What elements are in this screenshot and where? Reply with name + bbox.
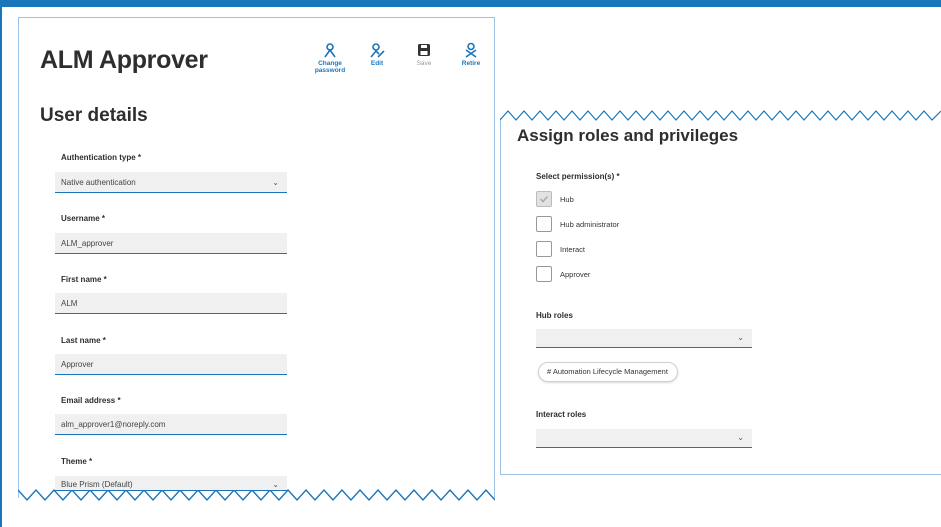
email-field[interactable]: alm_approver1@noreply.com <box>55 414 287 435</box>
torn-edge-right <box>500 110 941 121</box>
key-person-icon <box>324 43 336 58</box>
auth-type-value: Native authentication <box>61 178 136 187</box>
edit-label: Edit <box>370 60 384 67</box>
top-accent-bar <box>0 0 941 7</box>
checkmark-icon <box>539 195 549 203</box>
first-name-label: First name * <box>61 275 107 284</box>
hub-roles-select[interactable]: ⌄ <box>536 329 752 348</box>
last-name-field[interactable]: Approver <box>55 354 287 375</box>
floppy-disk-icon <box>418 44 430 56</box>
hub-roles-label: Hub roles <box>536 311 573 320</box>
retire-label: Retire <box>461 60 481 67</box>
checkbox-checked[interactable] <box>536 191 552 207</box>
retire-button[interactable]: Retire <box>448 42 494 74</box>
auth-type-label: Authentication type * <box>61 153 142 162</box>
change-password-label: Change password <box>314 60 346 74</box>
left-accent-line <box>0 7 2 527</box>
chevron-down-icon: ⌄ <box>272 178 279 187</box>
permission-hub[interactable]: Hub <box>536 191 574 207</box>
permission-label: Approver <box>560 269 591 279</box>
permission-label: Hub <box>560 194 574 204</box>
checkbox[interactable] <box>536 241 552 257</box>
last-name-label: Last name * <box>61 336 106 345</box>
email-value: alm_approver1@noreply.com <box>61 420 166 429</box>
save-button[interactable]: Save <box>401 42 447 74</box>
checkbox[interactable] <box>536 266 552 282</box>
page-title: ALM Approver <box>40 46 208 74</box>
chevron-down-icon: ⌄ <box>737 333 744 342</box>
username-field[interactable]: ALM_approver <box>55 233 287 254</box>
theme-select[interactable]: Blue Prism (Default) ⌄ <box>55 476 287 491</box>
edit-button[interactable]: Edit <box>354 42 400 74</box>
change-password-button[interactable]: Change password <box>307 42 353 74</box>
auth-type-select[interactable]: Native authentication ⌄ <box>55 172 287 193</box>
permission-approver[interactable]: Approver <box>536 266 590 282</box>
email-label: Email address * <box>61 396 121 405</box>
last-name-value: Approver <box>61 360 94 369</box>
hub-role-tag[interactable]: # Automation Lifecycle Management <box>538 362 678 382</box>
retire-user-icon <box>465 42 477 58</box>
first-name-value: ALM <box>61 299 78 308</box>
permission-label: Hub administrator <box>560 219 620 229</box>
save-label: Save <box>416 60 432 67</box>
theme-label: Theme * <box>61 457 93 466</box>
chevron-down-icon: ⌄ <box>737 433 744 442</box>
checkbox[interactable] <box>536 216 552 232</box>
interact-roles-select[interactable]: ⌄ <box>536 429 752 448</box>
username-label: Username * <box>61 214 106 223</box>
roles-title: Assign roles and privileges <box>517 126 739 145</box>
chevron-down-icon: ⌄ <box>272 480 279 489</box>
permissions-label: Select permission(s) * <box>536 172 620 181</box>
section-title: User details <box>40 105 148 126</box>
interact-roles-label: Interact roles <box>536 410 587 419</box>
permission-interact[interactable]: Interact <box>536 241 585 257</box>
first-name-field[interactable]: ALM <box>55 293 287 314</box>
username-value: ALM_approver <box>61 239 114 248</box>
permission-hub-administrator[interactable]: Hub administrator <box>536 216 619 232</box>
action-toolbar: Change password Edit Save Retire <box>307 42 495 74</box>
permission-label: Interact <box>560 244 586 254</box>
theme-value: Blue Prism (Default) <box>61 480 133 489</box>
edit-user-icon <box>370 43 385 58</box>
